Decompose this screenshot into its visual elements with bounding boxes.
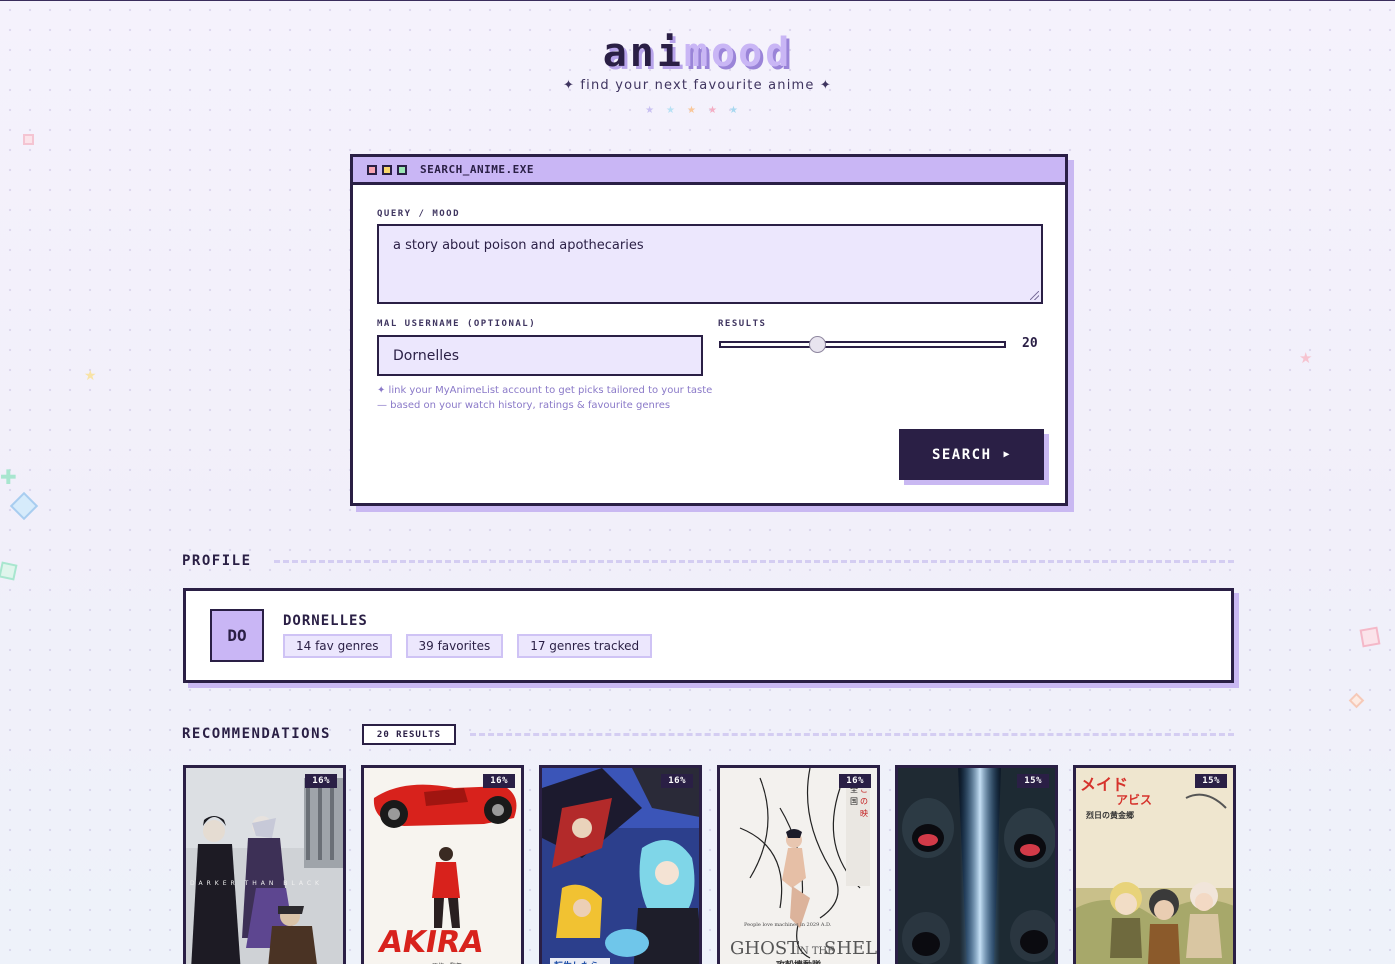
results-slider[interactable] [719,336,1006,353]
anime-card[interactable]: 転生したら スライム 16% [539,765,702,964]
anime-card[interactable]: 全 国 こ の 映 People love machines in 2029 A… [717,765,880,964]
svg-text:SHELL: SHELL [824,938,877,959]
window-close-dot[interactable] [367,164,377,175]
window-title: SEARCH_ANIME.EXE [420,163,534,176]
recommendations-section-title: RECOMMENDATIONS [182,726,331,742]
anime-poster: DARKER THAN BLACK [186,768,343,964]
decor-square [1359,626,1381,648]
match-badge: 16% [483,774,515,788]
profile-name: DORNELLES [283,613,368,629]
app-logo: animood [0,33,1395,73]
query-textarea[interactable]: a story about poison and apothecaries [377,224,1043,304]
play-arrow-icon: ▶ [1003,449,1012,460]
section-divider [274,560,1234,563]
resize-handle-icon[interactable] [1030,291,1039,300]
svg-text:DARKER THAN BLACK: DARKER THAN BLACK [190,880,323,887]
svg-text:映: 映 [860,808,868,818]
anime-card[interactable]: メイド アビス 烈日の黄金郷 15% [1073,765,1236,964]
anime-card[interactable]: 15% [895,765,1058,964]
anime-poster: AKIRA 原作・監督 大友克洋 [364,768,521,964]
logo-part-ani: ani [602,30,684,76]
query-text: a story about poison and apothecaries [393,238,644,253]
hint-line-1: ✦ link your MyAnimeList account to get p… [377,385,713,396]
results-count-badge: 20 RESULTS [362,724,456,745]
stat-chip-fav-genres: 14 fav genres [283,634,392,658]
svg-text:国: 国 [850,797,858,806]
username-input[interactable]: Dornelles [377,335,703,376]
star-icon: ★ [728,105,750,116]
window-titlebar: SEARCH_ANIME.EXE [353,157,1065,185]
star-icon: ★ [645,105,667,116]
svg-text:GHOST: GHOST [730,938,799,959]
username-value: Dornelles [393,347,460,364]
svg-text:People love machines in 2029 A: People love machines in 2029 A.D. [744,922,832,928]
slider-thumb[interactable] [809,336,827,353]
anime-poster: 全 国 こ の 映 People love machines in 2029 A… [720,768,877,964]
stat-chip-favorites: 39 favorites [405,634,504,658]
search-window: SEARCH_ANIME.EXE QUERY / MOOD a story ab… [350,154,1068,506]
decor-square [23,134,34,145]
star-icon: ★ [666,105,688,116]
decor-stars-row: ★★★★★ [0,105,1395,116]
results-value: 20 [1022,336,1038,351]
svg-text:アビス: アビス [1116,792,1152,807]
anime-poster [898,768,1055,964]
match-badge: 16% [305,774,337,788]
hint-line-2: — based on your watch history, ratings &… [377,400,671,411]
anime-poster: メイド アビス 烈日の黄金郷 [1076,768,1233,964]
anime-poster: 転生したら スライム [542,768,699,964]
svg-text:メイド: メイド [1080,775,1128,794]
avatar: DO [210,609,264,662]
search-button[interactable]: SEARCH ▶ [899,429,1044,480]
section-divider [470,733,1234,736]
anime-card[interactable]: AKIRA 原作・監督 大友克洋 16% [361,765,524,964]
logo-part-mood: mood [683,30,793,76]
svg-text:烈日の黄金郷: 烈日の黄金郷 [1086,810,1134,820]
stat-chip-genres-tracked: 17 genres tracked [517,634,653,658]
results-label: RESULTS [718,319,767,329]
decor-star: ★ [1299,349,1313,367]
decor-diamond [1348,692,1365,709]
star-icon: ★ [707,105,729,116]
decor-square [0,561,18,581]
decor-sparkle: ✚ [0,465,17,489]
star-icon: ★ [687,105,708,116]
svg-text:AKIRA: AKIRA [376,925,487,960]
tagline: ✦ find your next favourite anime ✦ [562,78,833,93]
query-label: QUERY / MOOD [377,209,461,219]
decor-star: ★ [84,368,97,384]
svg-text:の: の [860,797,868,806]
match-badge: 15% [1195,774,1227,788]
window-minimize-dot[interactable] [382,164,392,175]
profile-stats: 14 fav genres 39 favorites 17 genres tra… [283,634,653,658]
search-button-label: SEARCH [931,446,992,463]
window-maximize-dot[interactable] [397,164,407,175]
profile-section-title: PROFILE [182,553,252,569]
anime-card[interactable]: DARKER THAN BLACK 16% [183,765,346,964]
decor-diamond [9,491,39,521]
match-badge: 16% [661,774,693,788]
profile-card: DO DORNELLES 14 fav genres 39 favorites … [183,588,1234,683]
username-label: MAL USERNAME (OPTIONAL) [377,319,537,329]
match-badge: 15% [1017,774,1049,788]
match-badge: 16% [839,774,871,788]
